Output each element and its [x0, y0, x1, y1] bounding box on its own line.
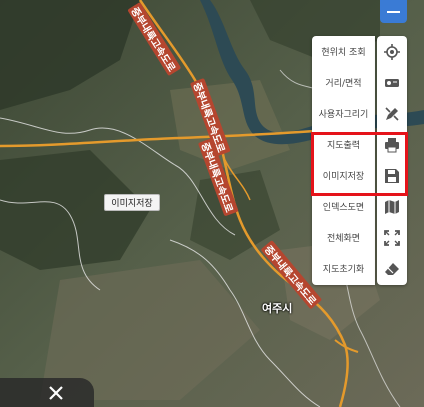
draw-icon [385, 106, 399, 121]
locate-icon [384, 43, 400, 60]
tool-label-reset-map[interactable]: 지도초기화 [312, 253, 375, 284]
tool-label-index-map[interactable]: 인덱스도면 [312, 191, 375, 222]
index-map-button[interactable] [377, 191, 407, 222]
save-icon [385, 168, 399, 183]
close-button[interactable] [0, 378, 94, 407]
tool-label-save-image[interactable]: 이미지저장 [312, 160, 375, 191]
toolbar-labels: 현위치 조회 거리/면적 사용자그리기 지도출력 이미지저장 인덱스도면 전체화… [312, 36, 375, 285]
tool-label-current-location[interactable]: 현위치 조회 [312, 36, 375, 67]
collapse-toolbar-button[interactable] [380, 0, 407, 23]
map-index-icon [385, 199, 399, 214]
user-draw-button[interactable] [377, 98, 407, 129]
print-map-button[interactable] [377, 129, 407, 160]
measure-button[interactable] [377, 67, 407, 98]
toolbar-icons [377, 36, 407, 285]
minus-icon [387, 10, 400, 13]
tool-label-print-map[interactable]: 지도출력 [312, 129, 375, 160]
current-location-button[interactable] [377, 36, 407, 67]
eraser-icon [385, 262, 399, 275]
city-label: 여주시 [262, 302, 293, 315]
tool-label-measure[interactable]: 거리/면적 [312, 67, 375, 98]
fullscreen-icon [384, 229, 400, 246]
fullscreen-button[interactable] [377, 222, 407, 253]
close-icon [49, 385, 63, 400]
reset-map-button[interactable] [377, 253, 407, 284]
print-icon [385, 137, 399, 152]
map-tooltip: 이미지저장 [104, 194, 160, 211]
map-toolbar: 현위치 조회 거리/면적 사용자그리기 지도출력 이미지저장 인덱스도면 전체화… [312, 36, 407, 285]
save-image-button[interactable] [377, 160, 407, 191]
tool-label-fullscreen[interactable]: 전체화면 [312, 222, 375, 253]
measure-icon [385, 78, 399, 87]
tool-label-user-draw[interactable]: 사용자그리기 [312, 98, 375, 129]
